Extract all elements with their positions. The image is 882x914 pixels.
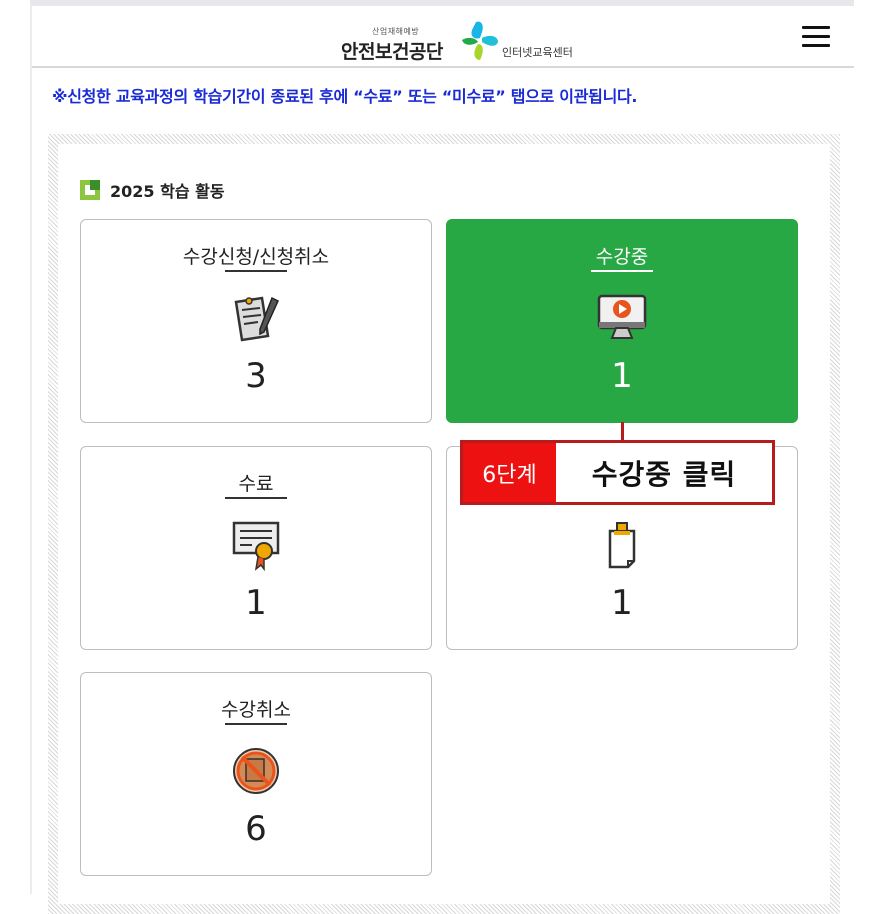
site-logo[interactable]: 산업재해예방 안전보건공단 인터넷교육센터 (338, 16, 598, 63)
left-edge (30, 6, 32, 894)
cancel-document-icon (233, 748, 279, 794)
callout-connector (621, 422, 624, 442)
card-enroll-cancel[interactable]: 수강신청/신청취소 3 (80, 219, 432, 423)
card-underline (225, 270, 287, 272)
logo-tagline: 산업재해예방 (372, 27, 420, 36)
card-label: 수료 (238, 473, 274, 495)
card-label: 수강취소 (221, 699, 291, 721)
card-count: 1 (611, 356, 633, 396)
callout-step-label: 6단계 (463, 443, 556, 502)
card-completed[interactable]: 수료 1 (80, 446, 432, 650)
callout-instruction: 수강중 클릭 (591, 457, 737, 491)
app-frame: 산업재해예방 안전보건공단 인터넷교육센터 ※신청한 교육과정의 학습기간이 종… (0, 0, 882, 914)
notice-text: ※신청한 교육과정의 학습기간이 종료된 후에 “수료” 또는 “미수료” 탭으… (52, 87, 638, 106)
certificate-icon (232, 521, 280, 572)
monitor-play-icon (597, 294, 647, 339)
card-count: 6 (245, 809, 267, 849)
section-heading: 2025 학습 활동 (80, 180, 225, 201)
card-label: 수강중 (595, 246, 649, 268)
square-bullet-icon (80, 180, 100, 200)
header: 산업재해예방 안전보건공단 인터넷교육센터 (32, 6, 854, 68)
card-count: 1 (611, 583, 633, 623)
activity-panel-inner: 2025 학습 활동 수강신청/신청취소 3 수강중 1 수료 1 1 수강취소… (58, 144, 830, 904)
menu-icon[interactable] (802, 24, 832, 48)
activity-panel: 2025 학습 활동 수강신청/신청취소 3 수강중 1 수료 1 1 수강취소… (48, 134, 840, 914)
step-callout: 6단계 수강중 클릭 (460, 440, 775, 505)
card-count: 1 (245, 583, 267, 623)
pen-paper-icon (234, 296, 279, 342)
card-underline (591, 270, 653, 272)
card-underline (225, 723, 287, 725)
card-in-progress[interactable]: 수강중 1 (446, 219, 798, 423)
logo-subtitle: 인터넷교육센터 (502, 46, 573, 59)
card-cancelled[interactable]: 수강취소 6 (80, 672, 432, 876)
card-underline (225, 497, 287, 499)
logo-cross-icon (462, 21, 498, 60)
section-title: 2025 학습 활동 (110, 182, 225, 201)
logo-title: 안전보건공단 (341, 41, 443, 63)
card-count: 3 (245, 356, 267, 396)
clipboard-note-icon (608, 522, 636, 569)
card-label: 수강신청/신청취소 (182, 246, 330, 268)
